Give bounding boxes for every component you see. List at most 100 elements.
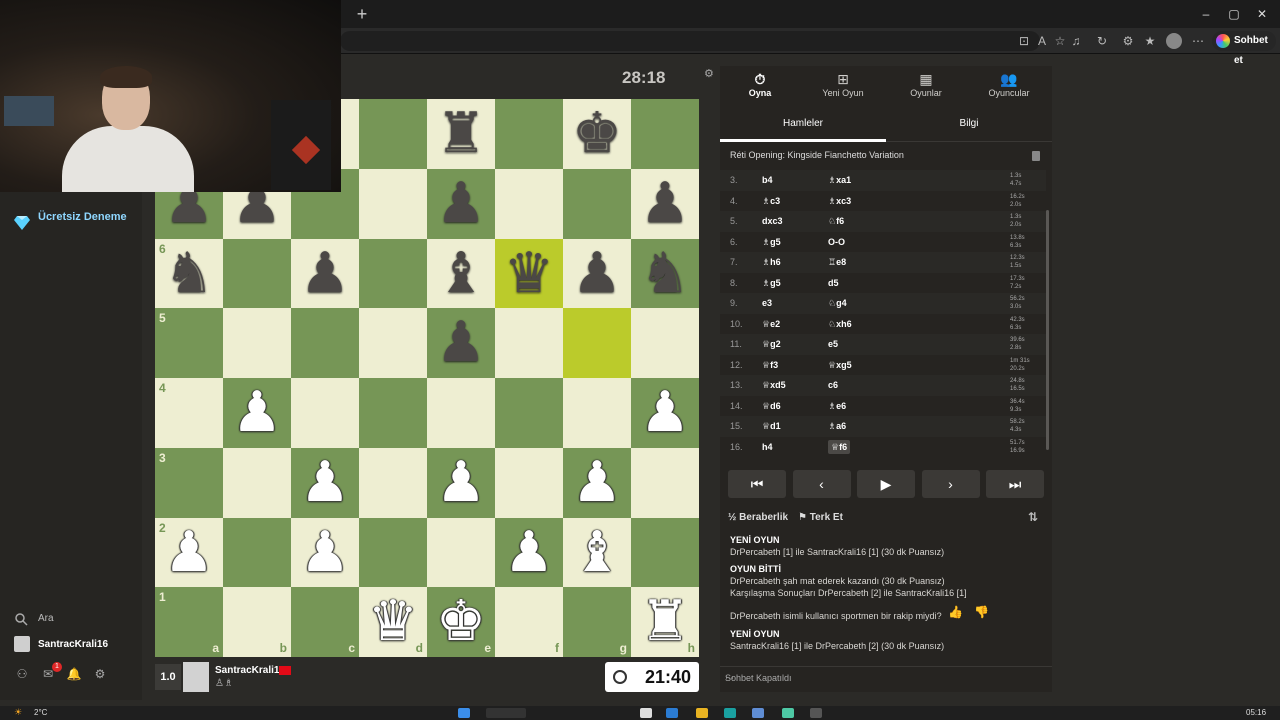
more-icon[interactable]: ⋯ bbox=[725, 673, 734, 684]
white-move[interactable]: ♗c3 bbox=[762, 191, 780, 211]
square-d8[interactable] bbox=[359, 99, 427, 169]
next-move-button[interactable]: › bbox=[921, 470, 980, 498]
square-f4[interactable] bbox=[495, 378, 563, 448]
white-move[interactable]: ♗h6 bbox=[762, 252, 781, 272]
app-icon[interactable] bbox=[810, 708, 822, 718]
new-tab-button[interactable]: + bbox=[352, 4, 372, 24]
square-a1[interactable]: 1a bbox=[155, 587, 223, 657]
square-e8[interactable]: ♜ bbox=[427, 99, 495, 169]
white-pawn-icon[interactable]: ♟ bbox=[291, 518, 359, 588]
taskbar-search[interactable] bbox=[486, 708, 526, 718]
thumbs-up-icon[interactable]: 👍 bbox=[948, 606, 963, 618]
square-b3[interactable] bbox=[223, 447, 291, 518]
white-bishop-icon[interactable]: ♝ bbox=[563, 518, 631, 588]
square-h6[interactable]: ♞ bbox=[631, 238, 699, 309]
player-name[interactable]: SantracKrali16 bbox=[215, 665, 285, 676]
white-move[interactable]: b4 bbox=[762, 170, 773, 190]
square-g8[interactable]: ♚ bbox=[563, 99, 631, 169]
square-c3[interactable]: ♟ bbox=[291, 447, 359, 518]
square-a4[interactable]: 4 bbox=[155, 378, 223, 448]
read-aloud-icon[interactable]: A bbox=[1034, 33, 1050, 49]
black-move[interactable]: ♕xg5 bbox=[828, 355, 852, 375]
square-h8[interactable] bbox=[631, 99, 699, 169]
close-window-button[interactable]: ✕ bbox=[1252, 6, 1272, 22]
white-move[interactable]: ♕f3 bbox=[762, 355, 778, 375]
square-h2[interactable] bbox=[631, 517, 699, 588]
sidebar-search[interactable]: Ara bbox=[14, 612, 134, 628]
square-f5[interactable] bbox=[495, 308, 563, 378]
refresh-icon[interactable]: ↻ bbox=[1094, 33, 1110, 49]
square-f1[interactable]: f bbox=[495, 587, 563, 657]
square-b4[interactable]: ♟ bbox=[223, 378, 291, 448]
notification-icon[interactable]: ♫ bbox=[1068, 33, 1084, 49]
play-button[interactable]: ▶ bbox=[857, 470, 915, 498]
square-c1[interactable]: c bbox=[291, 587, 359, 657]
black-queen-icon[interactable]: ♛ bbox=[495, 239, 563, 309]
draw-button[interactable]: ½ Beraberlik bbox=[728, 512, 788, 523]
thumbs-down-icon[interactable]: 👎 bbox=[974, 606, 989, 618]
square-f2[interactable]: ♟ bbox=[495, 517, 563, 588]
square-b1[interactable]: b bbox=[223, 587, 291, 657]
black-move[interactable]: ♖e8 bbox=[828, 252, 846, 272]
square-d1[interactable]: d ♛ bbox=[359, 587, 427, 657]
black-move[interactable]: ♕f6 bbox=[828, 439, 851, 454]
nav-yeni-oyun[interactable]: ⊞ Yeni Oyun bbox=[803, 70, 883, 104]
square-g6[interactable]: ♟ bbox=[563, 238, 631, 309]
square-e5[interactable]: ♟ bbox=[427, 308, 495, 378]
square-f6[interactable]: ♛ bbox=[495, 238, 563, 309]
square-f7[interactable] bbox=[495, 168, 563, 239]
square-g3[interactable]: ♟ bbox=[563, 447, 631, 518]
app-icon[interactable] bbox=[782, 708, 794, 718]
black-move[interactable]: O-O bbox=[828, 232, 845, 252]
white-rook-icon[interactable]: ♜ bbox=[631, 587, 699, 657]
black-move[interactable]: e5 bbox=[828, 334, 838, 354]
last-move-button[interactable]: ⏭ bbox=[986, 470, 1044, 498]
square-g4[interactable] bbox=[563, 378, 631, 448]
white-move[interactable]: ♕g2 bbox=[762, 334, 781, 354]
white-queen-icon[interactable]: ♛ bbox=[359, 587, 427, 657]
square-g7[interactable] bbox=[563, 168, 631, 239]
copilot-chat-button[interactable]: Sohbet et bbox=[1212, 31, 1276, 66]
white-move[interactable]: h4 bbox=[762, 437, 773, 457]
square-b6[interactable] bbox=[223, 238, 291, 309]
start-icon[interactable] bbox=[458, 708, 470, 718]
tab-info[interactable]: Bilgi bbox=[886, 110, 1052, 142]
black-knight-icon[interactable]: ♞ bbox=[631, 239, 699, 309]
profile-avatar[interactable] bbox=[1166, 33, 1182, 49]
square-h1[interactable]: h ♜ bbox=[631, 587, 699, 657]
black-pawn-icon[interactable]: ♟ bbox=[631, 169, 699, 239]
square-d4[interactable] bbox=[359, 378, 427, 448]
white-pawn-icon[interactable]: ♟ bbox=[563, 448, 631, 518]
square-a3[interactable]: 3 bbox=[155, 447, 223, 518]
square-d2[interactable] bbox=[359, 517, 427, 588]
board-settings-icon[interactable]: ⚙ bbox=[704, 67, 716, 80]
more-icon[interactable]: ⋯ bbox=[1190, 33, 1206, 49]
square-d3[interactable] bbox=[359, 447, 427, 518]
bell-icon[interactable]: 🔔 bbox=[66, 666, 82, 682]
black-knight-icon[interactable]: ♞ bbox=[155, 239, 223, 309]
player-avatar[interactable] bbox=[183, 662, 209, 692]
taskview-icon[interactable] bbox=[640, 708, 652, 718]
gear-icon[interactable]: ⚙ bbox=[92, 666, 108, 682]
white-pawn-icon[interactable]: ♟ bbox=[427, 448, 495, 518]
first-move-button[interactable]: ⏮ bbox=[728, 470, 786, 498]
square-g2[interactable]: ♝ bbox=[563, 517, 631, 588]
square-e4[interactable] bbox=[427, 378, 495, 448]
folder-icon[interactable] bbox=[696, 708, 708, 718]
black-pawn-icon[interactable]: ♟ bbox=[427, 169, 495, 239]
black-move[interactable]: ♗xc3 bbox=[828, 191, 851, 211]
sidebar-user[interactable]: SantracKrali16 bbox=[14, 636, 138, 654]
reader-icon[interactable]: ⊡ bbox=[1016, 33, 1032, 49]
white-move[interactable]: ♕e2 bbox=[762, 314, 780, 334]
flip-board-icon[interactable]: ⇅ bbox=[1028, 510, 1038, 524]
square-c4[interactable] bbox=[291, 378, 359, 448]
black-move[interactable]: c6 bbox=[828, 375, 838, 395]
white-pawn-icon[interactable]: ♟ bbox=[155, 518, 223, 588]
black-pawn-icon[interactable]: ♟ bbox=[427, 308, 495, 378]
square-c5[interactable] bbox=[291, 308, 359, 378]
square-f3[interactable] bbox=[495, 447, 563, 518]
nav-oyna[interactable]: ⏱ Oyna bbox=[720, 70, 800, 104]
black-rook-icon[interactable]: ♜ bbox=[427, 99, 495, 169]
book-icon[interactable] bbox=[1032, 151, 1040, 161]
previous-move-button[interactable]: ‹ bbox=[792, 470, 851, 498]
